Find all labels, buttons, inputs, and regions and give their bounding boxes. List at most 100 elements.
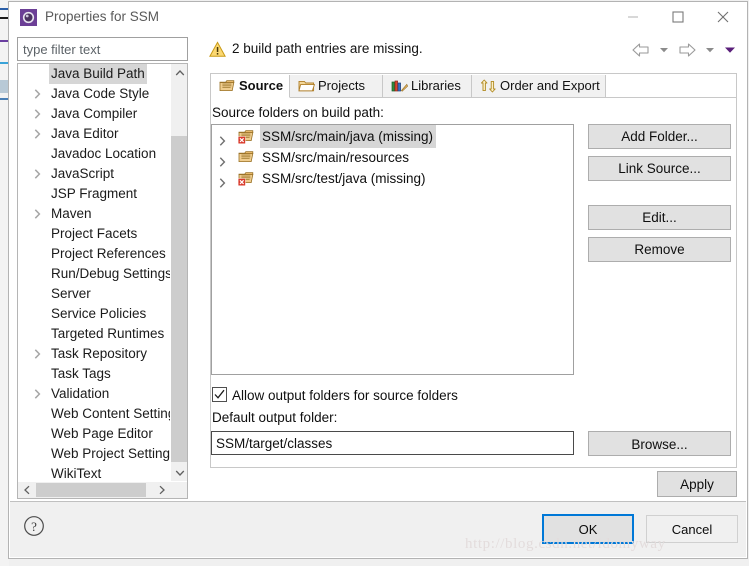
forward-history-chevron-down-icon[interactable] [703, 40, 718, 59]
tab-label: Libraries [411, 78, 461, 93]
sidebar-item-label: JavaScript [51, 166, 115, 181]
tree-hscroll-thumb[interactable] [36, 483, 146, 497]
chevron-right-icon[interactable] [34, 204, 45, 224]
sidebar-item-label: Java Code Style [51, 86, 150, 101]
sidebar-item-wikitext[interactable]: WikiText [18, 464, 170, 481]
tree-scroll-thumb[interactable] [171, 136, 187, 462]
default-output-folder-input[interactable] [211, 431, 574, 455]
sidebar-item-label: Service Policies [51, 306, 147, 321]
chevron-right-icon[interactable] [34, 344, 45, 364]
tab-libraries[interactable]: Libraries [383, 75, 472, 98]
sidebar-item-targeted-runtimes[interactable]: Targeted Runtimes [18, 324, 170, 344]
chevron-right-icon[interactable] [34, 164, 45, 184]
navigation-group [630, 40, 737, 59]
sidebar-item-java-build-path[interactable]: Java Build Path [18, 64, 170, 84]
sidebar-item-label: Java Build Path [49, 64, 147, 84]
edit-button[interactable]: Edit... [588, 205, 731, 230]
tree-vertical-scrollbar[interactable] [170, 64, 187, 481]
chevron-right-icon[interactable] [34, 84, 45, 104]
default-output-folder-label: Default output folder: [212, 410, 338, 425]
sidebar-item-label: Web Content Settings [51, 406, 170, 421]
eclipse-properties-icon [20, 9, 37, 26]
forward-icon[interactable] [676, 40, 698, 59]
apply-button[interactable]: Apply [657, 471, 737, 497]
sidebar-item-maven[interactable]: Maven [18, 204, 170, 224]
sidebar-item-jsp-fragment[interactable]: JSP Fragment [18, 184, 170, 204]
sidebar-item-label: Javadoc Location [51, 146, 157, 161]
allow-output-folders-row[interactable]: Allow output folders for source folders [212, 387, 458, 403]
maximize-button[interactable] [655, 2, 700, 32]
source-folders-list[interactable]: SSM/src/main/java (missing) SSM/src/main/… [211, 124, 574, 375]
build-path-page: Source Projects Libraries Order and Export … [199, 66, 747, 558]
source-section-label: Source folders on build path: [212, 105, 384, 120]
dialog-footer: ? OK Cancel http://blog.csdn.net/idomywa… [10, 501, 746, 557]
sidebar-item-label: Run/Debug Settings [51, 266, 170, 281]
back-history-chevron-down-icon[interactable] [657, 40, 672, 59]
sidebar-item-web-content-settings[interactable]: Web Content Settings [18, 404, 170, 424]
source-folder-error-icon [238, 128, 255, 144]
sidebar-item-server[interactable]: Server [18, 284, 170, 304]
scroll-up-icon[interactable] [171, 64, 187, 81]
chevron-right-icon[interactable] [34, 384, 45, 404]
properties-dialog: Properties for SSM Java Build Path Java C… [8, 1, 748, 559]
sidebar-item-project-facets[interactable]: Project Facets [18, 224, 170, 244]
link-source-button[interactable]: Link Source... [588, 156, 731, 181]
sidebar-item-javascript[interactable]: JavaScript [18, 164, 170, 184]
source-folder-label: SSM/src/test/java (missing) [262, 171, 426, 186]
tab-source[interactable]: Source [211, 75, 290, 98]
sidebar-item-task-repository[interactable]: Task Repository [18, 344, 170, 364]
sidebar-item-project-references[interactable]: Project References [18, 244, 170, 264]
sidebar-item-web-project-settings[interactable]: Web Project Settings [18, 444, 170, 464]
libraries-icon [391, 78, 409, 94]
allow-output-folders-label: Allow output folders for source folders [232, 388, 458, 403]
message-bar: 2 build path entries are missing. [199, 33, 746, 66]
filter-input[interactable] [17, 37, 188, 61]
sidebar-item-label: Task Repository [51, 346, 148, 361]
sidebar-item-service-policies[interactable]: Service Policies [18, 304, 170, 324]
tab-projects[interactable]: Projects [290, 75, 383, 98]
source-folder-error-icon [238, 170, 255, 186]
tabstrip-filler [606, 75, 736, 98]
source-folder-row[interactable]: SSM/src/test/java (missing) [212, 167, 573, 188]
build-path-tabs[interactable]: Source Projects Libraries Order and Export [211, 75, 736, 98]
tab-label: Source [239, 78, 284, 93]
source-folder-icon [219, 78, 236, 94]
minimize-button[interactable] [610, 2, 655, 32]
chevron-right-icon[interactable] [219, 173, 226, 194]
sidebar-item-label: Java Editor [51, 126, 119, 141]
chevron-right-icon[interactable] [34, 124, 45, 144]
tree-horizontal-scrollbar[interactable] [18, 481, 187, 498]
sidebar-item-web-page-editor[interactable]: Web Page Editor [18, 424, 170, 444]
allow-output-folders-checkbox[interactable] [212, 387, 227, 402]
sidebar-item-run-debug-settings[interactable]: Run/Debug Settings [18, 264, 170, 284]
sidebar-item-java-compiler[interactable]: Java Compiler [18, 104, 170, 124]
settings-tree[interactable]: Java Build Path Java Code Style Java Compi… [18, 64, 170, 481]
close-icon[interactable] [700, 2, 745, 32]
scroll-right-icon[interactable] [153, 482, 170, 498]
source-folder-row[interactable]: SSM/src/main/resources [212, 146, 573, 167]
remove-button[interactable]: Remove [588, 237, 731, 262]
chevron-right-icon[interactable] [34, 104, 45, 124]
scroll-left-icon[interactable] [18, 482, 35, 498]
sidebar-item-label: Web Page Editor [51, 426, 153, 441]
sidebar-item-java-code-style[interactable]: Java Code Style [18, 84, 170, 104]
help-icon[interactable]: ? [23, 515, 47, 539]
sidebar-item-label: Java Compiler [51, 106, 138, 121]
back-icon[interactable] [630, 40, 652, 59]
browse-button[interactable]: Browse... [588, 431, 731, 456]
source-folder-row[interactable]: SSM/src/main/java (missing) [212, 125, 573, 148]
sidebar-item-label: Maven [51, 206, 92, 221]
tab-label: Projects [318, 78, 365, 93]
sidebar-item-task-tags[interactable]: Task Tags [18, 364, 170, 384]
window-title: Properties for SSM [45, 9, 160, 24]
sidebar-item-javadoc-location[interactable]: Javadoc Location [18, 144, 170, 164]
tab-order-and-export[interactable]: Order and Export [472, 75, 606, 98]
sidebar-item-validation[interactable]: Validation [18, 384, 170, 404]
sidebar-item-label: Project Facets [51, 226, 138, 241]
view-menu-icon[interactable] [722, 40, 737, 59]
scroll-down-icon[interactable] [171, 464, 187, 481]
project-folder-icon [298, 78, 316, 94]
settings-tree-panel: Java Build Path Java Code Style Java Compi… [17, 63, 188, 499]
add-folder-button[interactable]: Add Folder... [588, 124, 731, 149]
sidebar-item-java-editor[interactable]: Java Editor [18, 124, 170, 144]
